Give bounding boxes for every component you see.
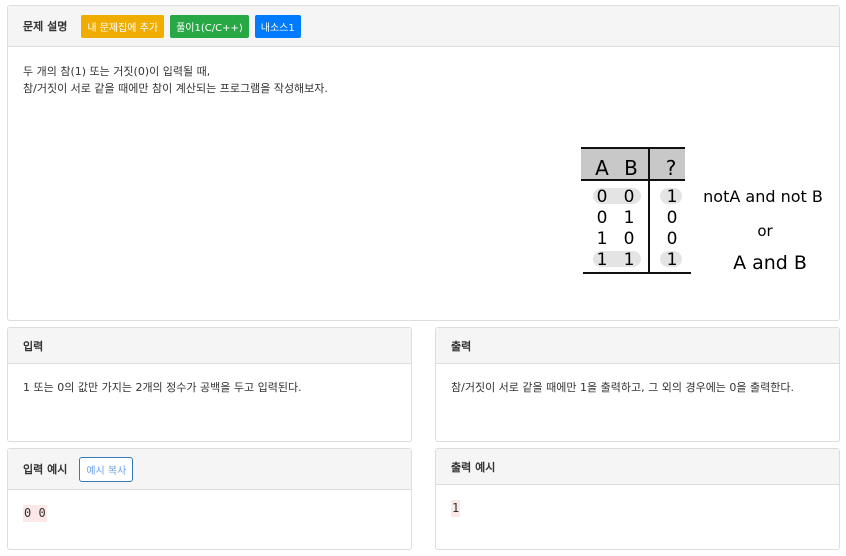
sample-output-panel: 출력 예시 1: [435, 448, 840, 550]
output-title: 출력: [451, 339, 472, 353]
input-title: 입력: [23, 339, 44, 353]
copy-sample-button[interactable]: 예시 복사: [79, 456, 134, 482]
output-panel: 출력 참/거짓이 서로 같을 때에만 1을 출력하고, 그 외의 경우에는 0을…: [435, 327, 840, 442]
add-to-workbook-button[interactable]: 내 문제집에 추가: [81, 14, 165, 38]
header-q: ?: [666, 156, 677, 180]
description-line: 두 개의 참(1) 또는 거짓(0)이 입력될 때,: [23, 65, 211, 78]
note-3: A and B: [733, 252, 807, 274]
input-panel: 입력 1 또는 0의 값만 가지는 2개의 정수가 공백을 두고 입력된다.: [7, 327, 412, 442]
sample-output-value: 1: [451, 500, 461, 517]
note-1: notA and not B: [703, 187, 823, 206]
input-text: 1 또는 0의 값만 가지는 2개의 정수가 공백을 두고 입력된다.: [23, 381, 302, 394]
cell: 1: [597, 229, 608, 249]
cell: 0: [597, 187, 608, 207]
cell: 0: [667, 208, 678, 228]
header-b: B: [624, 156, 638, 180]
description-header: 문제 설명 내 문제집에 추가 풀이1(C/C++) 내소스1: [8, 6, 839, 47]
sample-output-title: 출력 예시: [451, 460, 496, 474]
cell: 1: [624, 250, 635, 270]
cell: 0: [597, 208, 608, 228]
cell: 0: [624, 187, 635, 207]
cell: 0: [624, 229, 635, 249]
sample-input-value: 0 0: [23, 505, 47, 522]
cell: 1: [667, 250, 678, 270]
solution-button[interactable]: 풀이1(C/C++): [170, 14, 249, 38]
sample-input-title: 입력 예시: [23, 463, 68, 476]
my-source-button[interactable]: 내소스1: [254, 14, 301, 38]
cell: 1: [624, 208, 635, 228]
cell: 0: [667, 229, 678, 249]
output-text: 참/거짓이 서로 같을 때에만 1을 출력하고, 그 외의 경우에는 0을 출력…: [451, 381, 795, 394]
description-title: 문제 설명: [23, 20, 68, 33]
description-panel: 문제 설명 내 문제집에 추가 풀이1(C/C++) 내소스1 두 개의 참(1…: [7, 5, 840, 321]
cell: 1: [667, 187, 678, 207]
truth-table-image: A B ? 001 010 100 111 notA and not B or …: [581, 147, 823, 274]
cell: 1: [597, 250, 608, 270]
note-2: or: [757, 222, 773, 240]
sample-input-panel: 입력 예시 예시 복사 0 0: [7, 448, 412, 550]
description-line: 참/거짓이 서로 같을 때에만 참이 계산되는 프로그램을 작성해보자.: [23, 82, 328, 95]
header-a: A: [595, 156, 609, 180]
